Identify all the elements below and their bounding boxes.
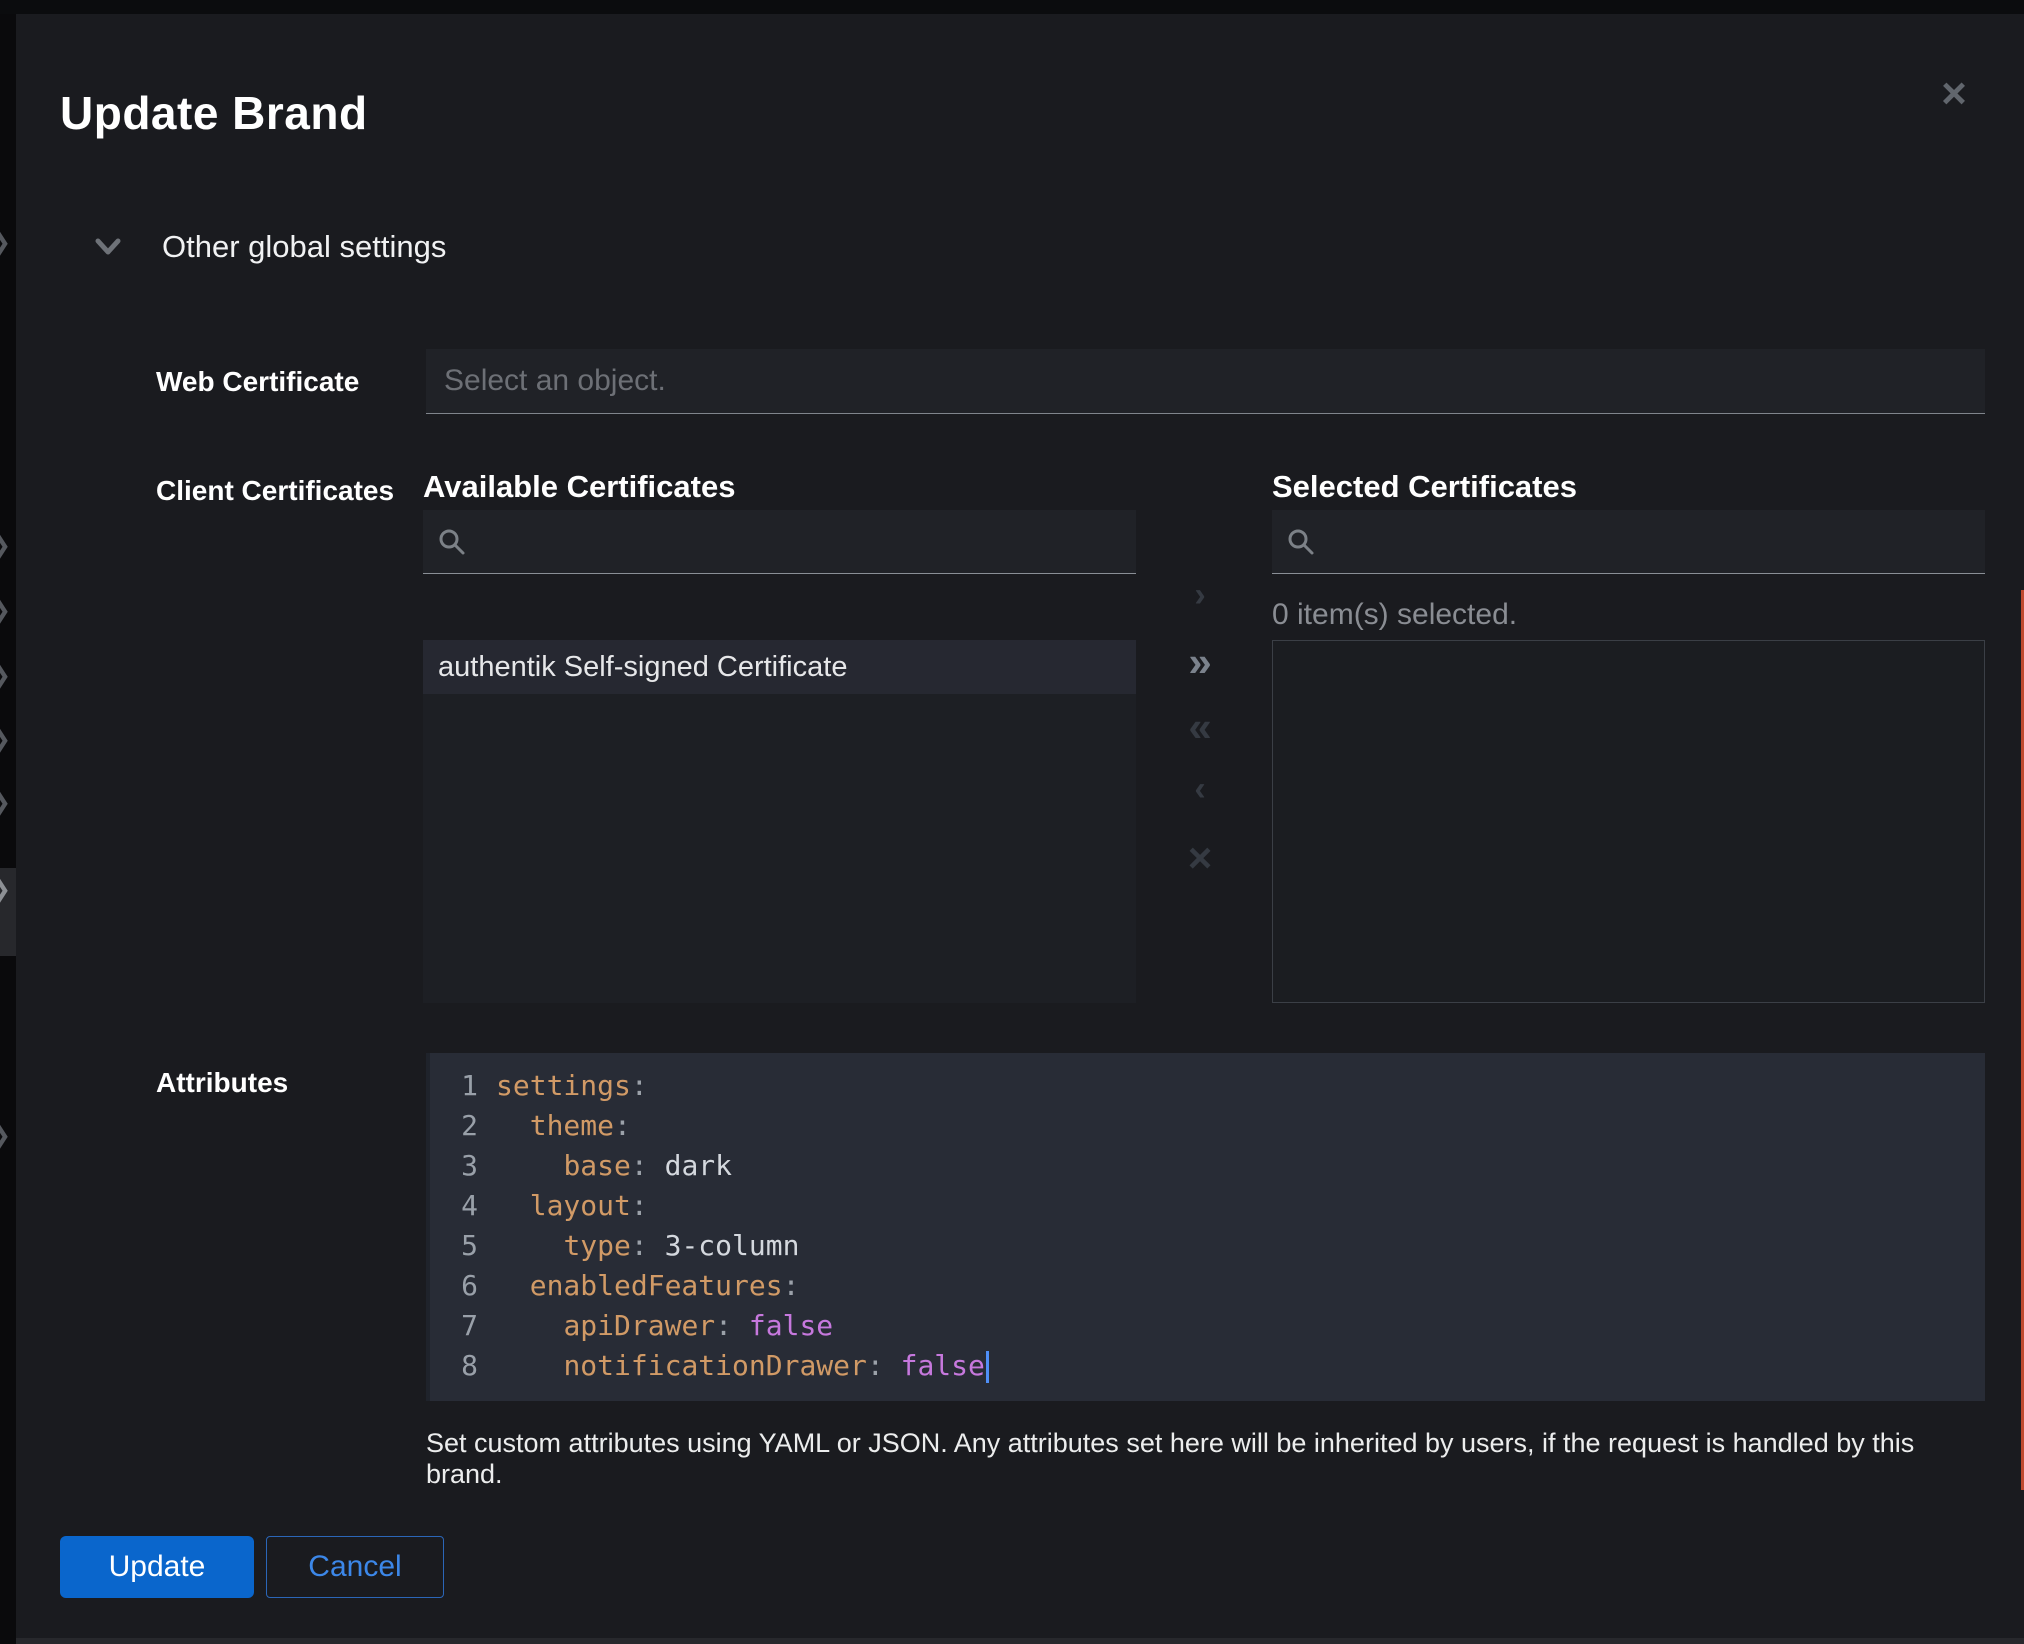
chevron-right-icon: ❯ <box>0 596 11 625</box>
chevron-right-icon: ❯ <box>0 875 11 904</box>
modal-title: Update Brand <box>60 86 368 140</box>
available-search[interactable] <box>423 510 1136 574</box>
move-selected-left-button[interactable]: ‹ <box>1164 770 1236 809</box>
chevron-down-icon <box>94 237 122 257</box>
chevron-right-icon: ❯ <box>0 1121 11 1150</box>
cancel-button[interactable]: Cancel <box>266 1536 444 1598</box>
section-toggle-other-global-settings[interactable]: Other global settings <box>94 224 446 270</box>
chevron-right-icon: ❯ <box>0 725 11 754</box>
web-certificate-label: Web Certificate <box>156 366 359 398</box>
close-icon[interactable]: × <box>1926 66 1982 122</box>
move-selected-right-button[interactable]: › <box>1164 576 1236 615</box>
background-top-strip <box>0 0 2024 14</box>
list-item[interactable]: authentik Self-signed Certificate <box>423 640 1136 694</box>
selected-count-status: 0 item(s) selected. <box>1272 598 1517 632</box>
selected-search-input[interactable] <box>1330 525 1971 559</box>
available-certificates-list[interactable]: authentik Self-signed Certificate <box>423 640 1136 1003</box>
update-button[interactable]: Update <box>60 1536 254 1598</box>
attributes-help-text: Set custom attributes using YAML or JSON… <box>426 1428 1986 1490</box>
web-certificate-select[interactable] <box>426 349 1985 414</box>
chevron-right-icon: ❯ <box>0 228 11 257</box>
clear-selection-button[interactable]: × <box>1164 834 1236 882</box>
move-all-left-button[interactable]: « <box>1164 703 1236 751</box>
available-certificates-header: Available Certificates <box>423 469 735 505</box>
page: ❯ ❯ ❯ ❯ ❯ ❯ ❯ ❯ Update Brand × Other glo… <box>0 0 2024 1644</box>
update-brand-modal: Update Brand × Other global settings Web… <box>16 14 2024 1644</box>
move-all-right-button[interactable]: » <box>1164 638 1236 686</box>
background-sidebar-sliver: ❯ ❯ ❯ ❯ ❯ ❯ ❯ ❯ <box>0 0 16 1644</box>
bottom-edge-strip <box>16 1638 2024 1644</box>
client-certificates-label: Client Certificates <box>156 475 394 507</box>
selected-search[interactable] <box>1272 510 1985 574</box>
search-icon <box>437 527 467 557</box>
code-lines: settings: theme: base: dark layout: type… <box>478 1066 1985 1401</box>
attributes-code-editor[interactable]: 12345678 settings: theme: base: dark lay… <box>426 1053 1985 1401</box>
chevron-right-icon: ❯ <box>0 788 11 817</box>
selected-certificates-list[interactable] <box>1272 640 1985 1003</box>
search-icon <box>1286 527 1316 557</box>
code-gutter: 12345678 <box>430 1066 478 1401</box>
chevron-right-icon: ❯ <box>0 661 11 690</box>
available-search-input[interactable] <box>481 525 1122 559</box>
selected-certificates-header: Selected Certificates <box>1272 469 1577 505</box>
chevron-right-icon: ❯ <box>0 531 11 560</box>
attributes-label: Attributes <box>156 1067 288 1099</box>
section-label: Other global settings <box>162 229 446 265</box>
